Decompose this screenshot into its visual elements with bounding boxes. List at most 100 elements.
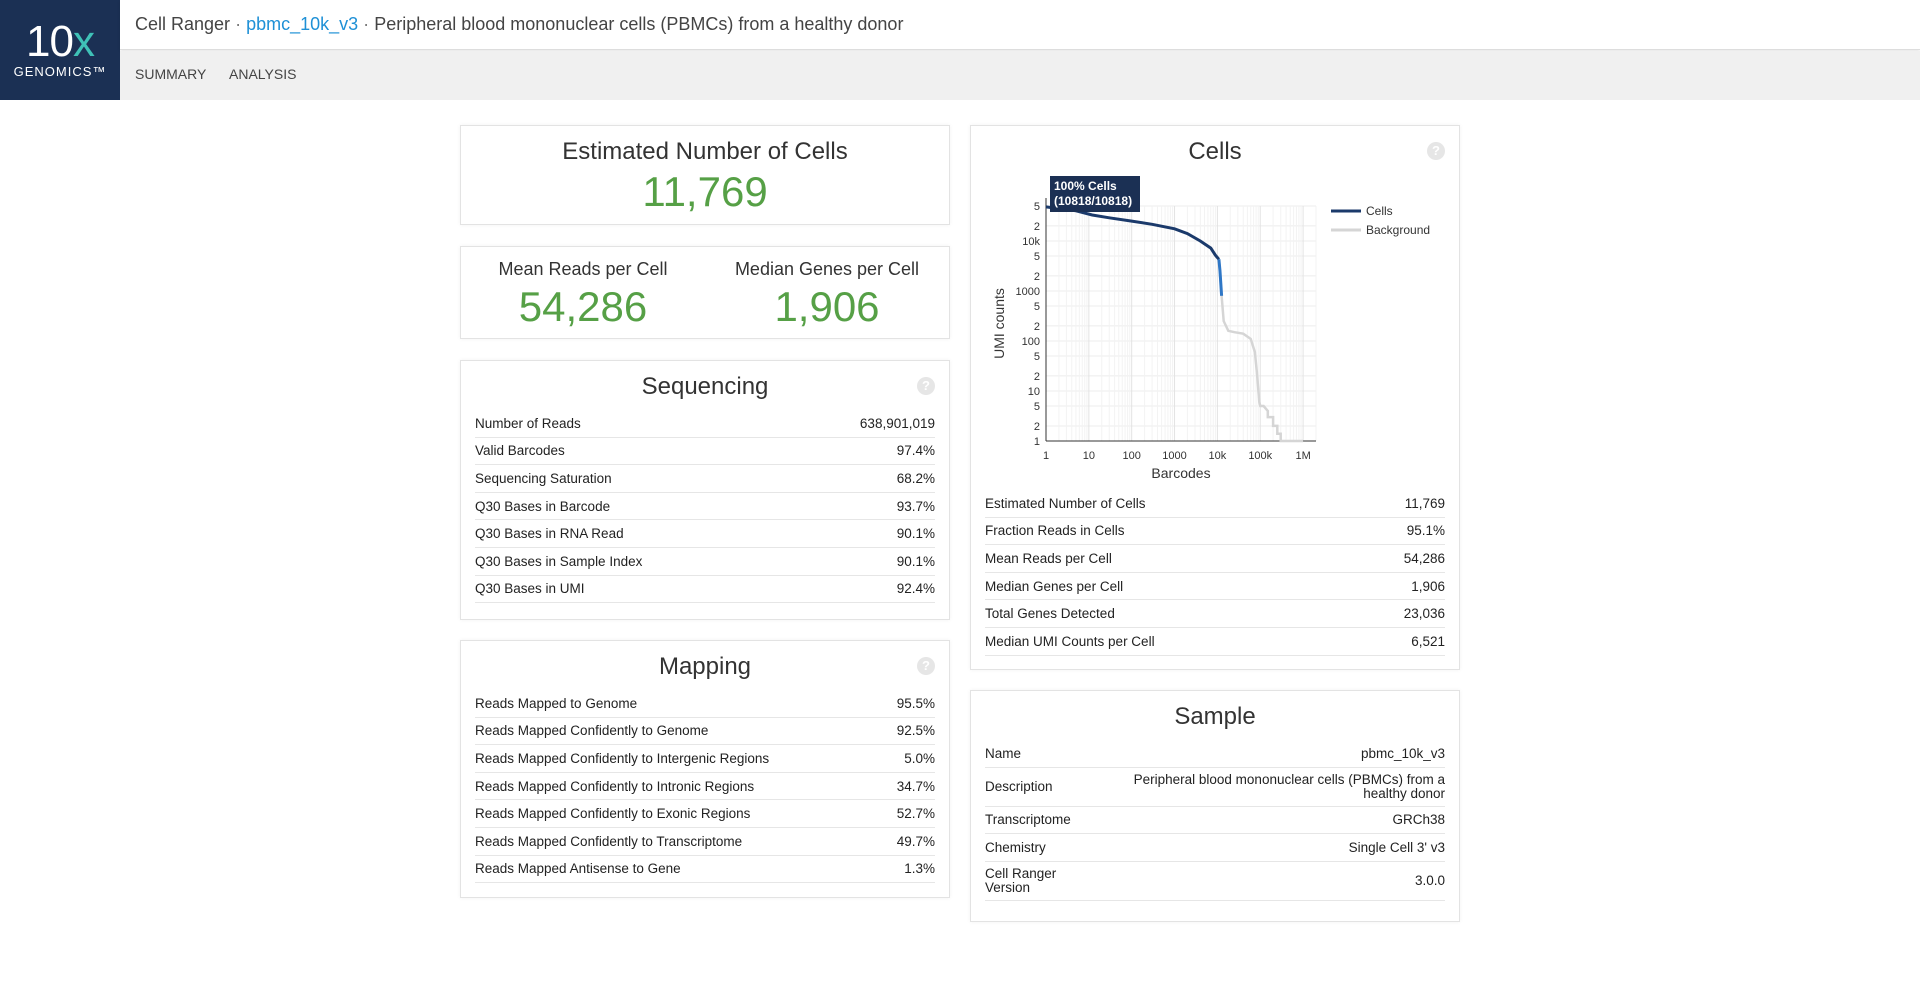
table-row: Median UMI Counts per Cell 6,521 <box>985 628 1445 656</box>
mapping-card: Mapping ? Reads Mapped to Genome 95.5% Re… <box>460 640 950 898</box>
metric-value: 5.0% <box>904 750 935 766</box>
metric-value: 93.7% <box>896 498 935 514</box>
series-line-transition <box>1217 259 1224 296</box>
mean-reads-value: 54,286 <box>518 283 648 330</box>
mapping-help-icon[interactable]: ? <box>917 657 935 675</box>
table-row: Valid Barcodes 97.4% <box>475 438 935 466</box>
metric-label: Median UMI Counts per Cell <box>985 633 1155 649</box>
metric-label: Total Genes Detected <box>985 606 1115 622</box>
y-tick-label: 2 <box>1034 221 1040 233</box>
metric-value: 54,286 <box>1403 550 1445 566</box>
metric-label: Valid Barcodes <box>475 443 565 459</box>
sample-title: Sample <box>1174 703 1256 730</box>
table-row: Reads Mapped Antisense to Gene 1.3% <box>475 856 935 884</box>
metric-label: Reads Mapped to Genome <box>475 695 638 711</box>
metric-label: Chemistry <box>985 839 1046 855</box>
logo-mark: 10x <box>26 16 95 66</box>
mean-reads-label: Mean Reads per Cell <box>498 259 668 279</box>
median-genes-value: 1,906 <box>774 283 880 330</box>
metric-label: Q30 Bases in Sample Index <box>475 553 643 569</box>
table-row: Number of Reads 638,901,019 <box>475 410 935 438</box>
x-tick-label: 1M <box>1295 450 1310 462</box>
metric-label: Estimated Number of Cells <box>985 495 1146 511</box>
metric-label: Name <box>985 745 1022 761</box>
metric-value: 95.1% <box>1406 523 1445 539</box>
logo-wordmark: GENOMICS™ <box>13 63 107 79</box>
barcode-rank-plot[interactable]: 1 2 5 10 2 5 100 2 5 1000 2 5 10k 2 5 1 10 100 1000 10k 100k… <box>971 171 1461 521</box>
table-row: Reads Mapped Confidently to Transcriptom… <box>475 828 935 856</box>
table-row: Q30 Bases in Barcode 93.7% <box>475 493 935 521</box>
page-title: Cell Ranger · pbmc_10k_v3 · Peripheral b… <box>135 14 903 35</box>
metric-value: 1,906 <box>1411 578 1445 594</box>
y-tick-label: 5 <box>1034 401 1040 413</box>
title-separator: · <box>235 14 242 34</box>
cells-help-icon[interactable]: ? <box>1427 142 1445 160</box>
y-tick-label: 1000 <box>1016 286 1040 298</box>
metric-value: 92.5% <box>896 723 935 739</box>
sequencing-title: Sequencing <box>641 373 769 400</box>
table-row: Description Peripheral blood mononuclear … <box>985 768 1445 807</box>
metric-label: Reads Mapped Confidently to Exonic Regio… <box>475 806 751 822</box>
metric-value: 97.4% <box>896 443 935 459</box>
chart-legend: Cells Background <box>1331 204 1430 237</box>
mean-reads-metric: Mean Reads per Cell 54,286 <box>461 247 705 330</box>
sample-link[interactable]: pbmc_10k_v3 <box>246 14 358 34</box>
metric-label: Description <box>985 778 1053 794</box>
table-row: Reads Mapped Confidently to Intergenic R… <box>475 745 935 773</box>
estimated-cells-value: 11,769 <box>642 168 768 215</box>
metric-value: GRCh38 <box>1392 812 1445 828</box>
table-row: Q30 Bases in RNA Read 90.1% <box>475 520 935 548</box>
metric-label: Fraction Reads in Cells <box>985 523 1125 539</box>
y-tick-label: 10 <box>1028 386 1040 398</box>
metric-label: Cell Ranger Version <box>985 865 1057 895</box>
sequencing-card: Sequencing ? Number of Reads 638,901,019 … <box>460 360 950 620</box>
y-tick-label: 2 <box>1034 271 1040 283</box>
table-row: Transcriptome GRCh38 <box>985 807 1445 835</box>
y-tick-label: 5 <box>1034 201 1040 213</box>
legend-label-background: Background <box>1366 223 1430 237</box>
tab-summary[interactable]: SUMMARY <box>135 66 206 82</box>
metric-value: Peripheral blood mononuclear cells (PBMC… <box>1133 771 1445 801</box>
metric-value: 6,521 <box>1411 633 1445 649</box>
y-tick-label: 2 <box>1034 421 1040 433</box>
sample-description: Peripheral blood mononuclear cells (PBMC… <box>374 14 904 34</box>
sample-table: Name pbmc_10k_v3 Description Peripheral bl… <box>985 740 1445 901</box>
y-tick-label: 2 <box>1034 321 1040 333</box>
x-tick-label: 10k <box>1209 450 1227 462</box>
table-row: Estimated Number of Cells 11,769 <box>985 490 1445 518</box>
table-row: Reads Mapped Confidently to Exonic Regio… <box>475 800 935 828</box>
table-row: Mean Reads per Cell 54,286 <box>985 545 1445 573</box>
tab-analysis[interactable]: ANALYSIS <box>229 66 296 82</box>
metric-value: 90.1% <box>896 526 935 542</box>
metric-value: 52.7% <box>896 806 935 822</box>
metric-label: Sequencing Saturation <box>475 470 612 486</box>
x-tick-label: 100 <box>1123 450 1141 462</box>
y-tick-label: 1 <box>1034 436 1040 448</box>
cells-card: Cells ? 1 2 5 10 2 5 100 2 5 1000 2 5 10k 2 5 1 10 100 100… <box>970 125 1460 670</box>
y-tick-label: 10k <box>1022 236 1040 248</box>
metric-value: 92.4% <box>896 581 935 597</box>
title-separator: · <box>363 14 370 34</box>
y-tick-label: 5 <box>1034 351 1040 363</box>
sequencing-help-icon[interactable]: ? <box>917 377 935 395</box>
reads-genes-card: Mean Reads per Cell 54,286 Median Genes … <box>460 246 950 339</box>
table-row: Reads Mapped Confidently to Intronic Reg… <box>475 773 935 801</box>
x-tick-label: 100k <box>1248 450 1272 462</box>
metric-value: 95.5% <box>896 695 935 711</box>
metric-value: pbmc_10k_v3 <box>1360 745 1445 761</box>
tooltip-line-2: (10818/10818) <box>1054 194 1132 208</box>
x-axis-label: Barcodes <box>1151 465 1210 481</box>
estimated-cells-label: Estimated Number of Cells <box>562 138 848 165</box>
y-axis-label: UMI counts <box>991 288 1007 359</box>
cells-table: Estimated Number of Cells 11,769 Fraction… <box>985 490 1445 656</box>
brand-logo[interactable]: 10x GENOMICS™ <box>0 0 120 100</box>
estimated-cells-card: Estimated Number of Cells 11,769 <box>460 125 950 225</box>
app-name: Cell Ranger <box>135 14 231 34</box>
metric-label: Median Genes per Cell <box>985 578 1124 594</box>
metric-value: 1.3% <box>904 861 935 877</box>
nav-bar: SUMMARY ANALYSIS <box>120 51 1920 100</box>
chart-tooltip: 100% Cells (10818/10818) <box>1050 176 1140 212</box>
metric-value: 23,036 <box>1403 606 1445 622</box>
y-tick-label: 5 <box>1034 251 1040 263</box>
table-row: Median Genes per Cell 1,906 <box>985 573 1445 601</box>
